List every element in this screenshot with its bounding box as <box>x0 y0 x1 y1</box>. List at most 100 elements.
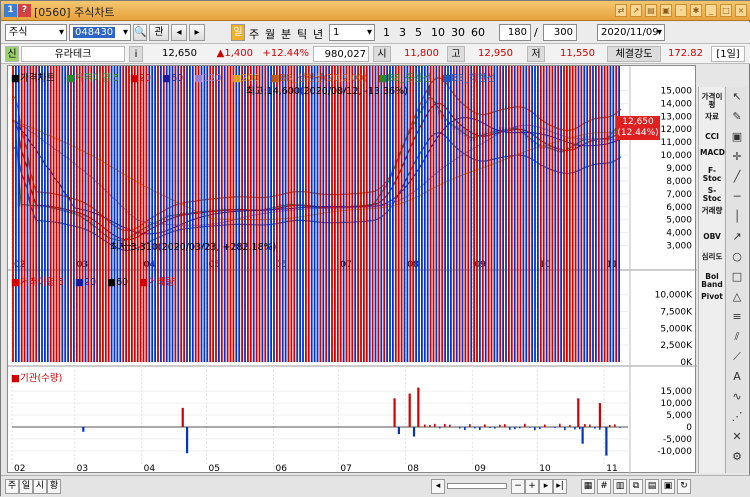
lock-icon[interactable]: ▣ <box>729 129 745 145</box>
maximize-icon[interactable]: □ <box>720 4 732 17</box>
layout-icon[interactable]: ▦ <box>581 479 595 494</box>
crosshair-icon[interactable]: ✛ <box>729 149 745 165</box>
palette-pivot[interactable]: Pivot <box>700 293 724 301</box>
price-legend: ■가격차트 ■가격이평 5 ■20 ■60 ■120 ■200 ■BB_상한선(… <box>11 70 503 84</box>
palette-macd[interactable]: MACD <box>700 149 724 157</box>
dot-icon[interactable]: · <box>675 4 687 17</box>
market-select[interactable]: 주식 ▾ <box>5 24 67 41</box>
minimize-icon[interactable]: _ <box>705 4 717 17</box>
fibonacci-icon[interactable]: ≡ <box>729 309 745 325</box>
horizontal-line-icon[interactable]: ─ <box>729 189 745 205</box>
interval-1-button[interactable]: 1 <box>383 26 390 39</box>
interval-10-button[interactable]: 10 <box>431 26 445 39</box>
high-label: 고 <box>447 46 465 62</box>
price-ma5-legend: ■가격이평 5 <box>66 73 123 84</box>
period-day-button[interactable]: 일 <box>231 24 245 41</box>
help-badge[interactable]: ? <box>18 4 31 17</box>
volume-bar <box>508 66 510 362</box>
scroll-left-icon[interactable]: ◂ <box>431 479 445 494</box>
palette-volume[interactable]: 거래량 <box>700 207 724 215</box>
fan-icon[interactable]: ⟋ <box>729 349 745 365</box>
bar-icon[interactable]: ▥ <box>613 479 627 494</box>
volume-bar <box>418 66 420 362</box>
bottom-day-button[interactable]: 일 <box>19 479 33 494</box>
save-icon[interactable]: ▣ <box>661 479 675 494</box>
chart-area[interactable]: 0202030304040505060607070808090910101111… <box>7 65 696 473</box>
search-button[interactable]: 관 <box>149 24 169 41</box>
bottom-time-button[interactable]: 시 <box>33 479 47 494</box>
vertical-line-icon[interactable]: │ <box>729 209 745 225</box>
palette-s-stoc[interactable]: S-Stoc <box>700 187 724 203</box>
period-month-button[interactable]: 월 <box>265 26 275 42</box>
copy-icon[interactable]: ⧉ <box>629 479 643 494</box>
text-icon[interactable]: A <box>729 369 745 385</box>
circle-icon[interactable]: ○ <box>729 249 745 265</box>
interval-3-button[interactable]: 3 <box>399 26 406 39</box>
delete-icon[interactable]: ✕ <box>729 429 745 445</box>
institution-bar <box>599 403 601 427</box>
print-icon[interactable]: ▤ <box>645 4 657 17</box>
palette-price-ma[interactable]: 가격이평 <box>700 93 724 109</box>
period-indicator[interactable]: [1일] <box>711 46 745 62</box>
info-button[interactable]: i <box>129 46 143 62</box>
gann-icon[interactable]: ⋰ <box>729 409 745 425</box>
interval-select[interactable]: 1 ▾ <box>329 24 375 41</box>
search-icon[interactable]: 🔍 <box>133 24 147 41</box>
close-icon[interactable]: × <box>735 4 747 17</box>
arrow-icon[interactable]: ↗ <box>729 229 745 245</box>
date-input[interactable]: 2020/11/09 ▾ <box>597 24 665 41</box>
period-year-button[interactable]: 년 <box>313 26 323 42</box>
palette-psychology[interactable]: 심리도 <box>700 253 724 261</box>
screen-number-badge[interactable]: 1 <box>4 4 17 17</box>
refresh-icon[interactable]: ↻ <box>677 479 691 494</box>
stock-chart[interactable]: 0202030304040505060607070808090910101111… <box>8 66 697 474</box>
interval-5-button[interactable]: 5 <box>415 26 422 39</box>
volume-ma20-legend: ■20 <box>75 277 100 288</box>
channel-icon[interactable]: ⫽ <box>729 329 745 345</box>
settings-icon[interactable]: ⚙ <box>729 449 745 465</box>
palette-bol-band[interactable]: Bol Band <box>700 273 724 289</box>
period-week-button[interactable]: 주 <box>249 26 259 42</box>
institution-bar <box>574 427 576 430</box>
view-total-input[interactable]: 300 <box>543 24 577 41</box>
triangle-icon[interactable]: △ <box>729 289 745 305</box>
institution-bar <box>594 427 596 429</box>
arrow-icon[interactable]: ↗ <box>630 4 642 17</box>
interval-30-button[interactable]: 30 <box>451 26 465 39</box>
drawing-tools: ↖ ✎ ▣ ✛ ╱ ─ │ ↗ ○ □ △ ≡ ⫽ ⟋ A ∿ ⋰ ✕ ⚙ <box>725 87 747 473</box>
volume-bar <box>395 66 397 362</box>
prev-stock-button[interactable]: ◂ <box>171 24 187 41</box>
bottom-week-button[interactable]: 주 <box>5 479 19 494</box>
grid-icon[interactable]: # <box>597 479 611 494</box>
next-stock-button[interactable]: ▸ <box>189 24 205 41</box>
rectangle-icon[interactable]: □ <box>729 269 745 285</box>
period-tick-button[interactable]: 틱 <box>297 26 307 42</box>
palette-f-stoc[interactable]: F-Stoc <box>700 167 724 183</box>
view-count-input[interactable]: 180 <box>499 24 531 41</box>
zoom-out-icon[interactable]: − <box>511 479 525 494</box>
toolbar: 주식 ▾ 048430 ▾ 🔍 관 ◂ ▸ 일 주 월 분 틱 년 1 ▾ 1 … <box>1 22 750 44</box>
period-minute-button[interactable]: 분 <box>281 26 291 42</box>
eraser-icon[interactable]: ✎ <box>729 109 745 125</box>
volume-bar <box>215 66 217 362</box>
print-icon[interactable]: ▤ <box>645 479 659 494</box>
wave-icon[interactable]: ∿ <box>729 389 745 405</box>
zoom-in-icon[interactable]: + <box>525 479 539 494</box>
scroll-right-icon[interactable]: ▸ <box>539 479 553 494</box>
settings-icon[interactable]: ✱ <box>690 4 702 17</box>
scroll-track[interactable] <box>447 483 507 489</box>
palette-cci[interactable]: CCI <box>700 133 724 141</box>
link-icon[interactable]: ⇄ <box>615 4 627 17</box>
bottom-status-button[interactable]: 황 <box>47 479 61 494</box>
scroll-end-icon[interactable]: ▸| <box>553 479 567 494</box>
interval-60-button[interactable]: 60 <box>471 26 485 39</box>
cursor-icon[interactable]: ↖ <box>729 89 745 105</box>
institution-bar <box>582 427 584 444</box>
institution-bar <box>186 427 188 453</box>
institution-bar <box>614 424 616 427</box>
lock-icon[interactable]: ▣ <box>660 4 672 17</box>
stock-code-input[interactable]: 048430 ▾ <box>69 24 131 41</box>
palette-obv[interactable]: OBV <box>700 233 724 241</box>
palette-data[interactable]: 자료 <box>700 113 724 121</box>
trend-line-icon[interactable]: ╱ <box>729 169 745 185</box>
